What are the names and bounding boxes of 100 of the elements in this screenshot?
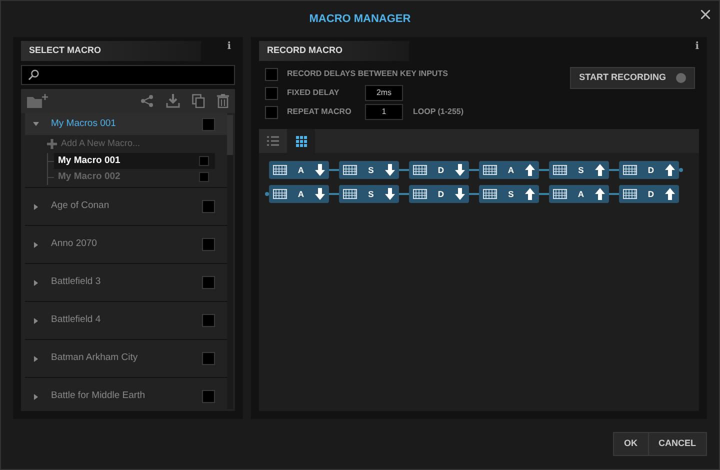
info-icon[interactable]: i — [227, 41, 231, 53]
group-name: Anno 2070 — [51, 237, 98, 252]
step-key: D — [647, 164, 655, 176]
value-field[interactable]: 1 — [365, 104, 403, 120]
checkbox[interactable] — [199, 172, 209, 182]
connector — [609, 191, 619, 197]
macro-step[interactable]: S — [339, 185, 399, 203]
download-icon[interactable] — [166, 94, 180, 108]
step-key: A — [577, 188, 585, 200]
info-icon[interactable]: i — [695, 41, 699, 53]
option-label: FIXED DELAY — [287, 87, 340, 99]
macro-step[interactable]: S — [479, 185, 539, 203]
checkbox[interactable] — [202, 352, 215, 365]
option-label: REPEAT MACRO — [287, 106, 352, 118]
macro-step[interactable]: D — [409, 161, 469, 179]
trash-icon[interactable] — [217, 94, 229, 108]
group-name: My Macros 001 — [51, 116, 117, 131]
keyboard-icon — [483, 189, 497, 199]
macro-step[interactable]: D — [619, 161, 679, 179]
connector — [329, 167, 339, 173]
checkbox[interactable] — [265, 68, 278, 80]
keyboard-icon — [553, 165, 567, 175]
macro-step[interactable]: A — [479, 161, 539, 179]
step-key: A — [507, 164, 515, 176]
checkbox[interactable] — [202, 118, 215, 130]
checkbox[interactable] — [202, 238, 215, 251]
group-name: Battle for Middle Earth — [51, 389, 146, 404]
scrollbar[interactable] — [227, 115, 233, 409]
search-icon — [28, 69, 40, 81]
keyboard-icon — [413, 165, 427, 175]
connector — [469, 191, 479, 197]
group-name: Battlefield 3 — [51, 275, 102, 290]
macro-item[interactable]: My Macro 001 — [54, 153, 215, 169]
option-label: RECORD DELAYS BETWEEN KEY INPUTS — [287, 68, 448, 80]
step-key: S — [367, 188, 375, 200]
group-name: Batman Arkham City — [51, 351, 139, 366]
macro-group[interactable]: My Macros 001 — [25, 113, 227, 135]
connector — [609, 167, 619, 173]
connector — [469, 167, 479, 173]
macro-step[interactable]: A — [549, 185, 609, 203]
macro-group[interactable]: Battlefield 3 — [25, 264, 227, 301]
macro-step[interactable]: A — [269, 161, 329, 179]
grid-view-tab[interactable] — [287, 129, 315, 153]
macro-group[interactable]: Batman Arkham City — [25, 340, 227, 377]
step-key: A — [297, 188, 305, 200]
panel-title: SELECT MACRO — [29, 44, 101, 58]
connector — [399, 167, 409, 173]
keyboard-icon — [623, 189, 637, 199]
ok-button[interactable]: OK — [614, 433, 648, 455]
connector — [539, 167, 549, 173]
value-field[interactable]: 2ms — [365, 85, 403, 101]
checkbox[interactable] — [202, 314, 215, 327]
macro-group[interactable]: Age of Conan — [25, 188, 227, 225]
close-icon[interactable] — [701, 10, 710, 19]
macro-name: My Macro 001 — [58, 154, 122, 168]
keyboard-icon — [343, 189, 357, 199]
keyboard-icon — [273, 189, 287, 199]
step-key: A — [297, 164, 305, 176]
keyboard-icon — [413, 189, 427, 199]
share-icon[interactable] — [140, 94, 154, 108]
step-key: D — [647, 188, 655, 200]
step-key: S — [577, 164, 585, 176]
macro-step[interactable]: S — [339, 161, 399, 179]
step-key: D — [437, 188, 445, 200]
connector — [329, 191, 339, 197]
checkbox[interactable] — [265, 86, 278, 100]
window-title: MACRO MANAGER — [309, 12, 411, 27]
step-key: S — [367, 164, 375, 176]
connector — [539, 191, 549, 197]
group-name: Battlefield 4 — [51, 313, 102, 328]
record-indicator-icon — [676, 73, 686, 83]
checkbox[interactable] — [202, 276, 215, 289]
keyboard-icon — [623, 165, 637, 175]
list-view-tab[interactable] — [259, 129, 287, 153]
macro-group[interactable]: Battle for Middle Earth — [25, 378, 227, 411]
macro-group[interactable]: Battlefield 4 — [25, 302, 227, 339]
checkbox[interactable] — [202, 390, 215, 403]
checkbox[interactable] — [265, 106, 278, 118]
panel-title: RECORD MACRO — [267, 44, 342, 58]
start-recording-button[interactable]: START RECORDING — [570, 67, 695, 89]
add-macro-label: Add A New Macro... — [61, 137, 140, 150]
new-folder-icon[interactable] — [27, 94, 49, 108]
group-name: Age of Conan — [51, 199, 110, 214]
keyboard-icon — [343, 165, 357, 175]
step-key: S — [507, 188, 515, 200]
plus-icon — [47, 139, 57, 149]
keyboard-icon — [483, 165, 497, 175]
checkbox[interactable] — [202, 200, 215, 213]
copy-icon[interactable] — [192, 94, 205, 108]
loop-hint: LOOP (1-255) — [413, 106, 464, 118]
macro-step[interactable]: S — [549, 161, 609, 179]
search-field[interactable] — [21, 65, 235, 85]
checkbox[interactable] — [199, 156, 209, 166]
macro-step[interactable]: D — [619, 185, 679, 203]
macro-group[interactable]: Anno 2070 — [25, 226, 227, 263]
keyboard-icon — [553, 189, 567, 199]
macro-step[interactable]: D — [409, 185, 469, 203]
cancel-button[interactable]: CANCEL — [648, 433, 706, 455]
macro-step[interactable]: A — [269, 185, 329, 203]
macro-name: My Macro 002 — [58, 170, 122, 184]
